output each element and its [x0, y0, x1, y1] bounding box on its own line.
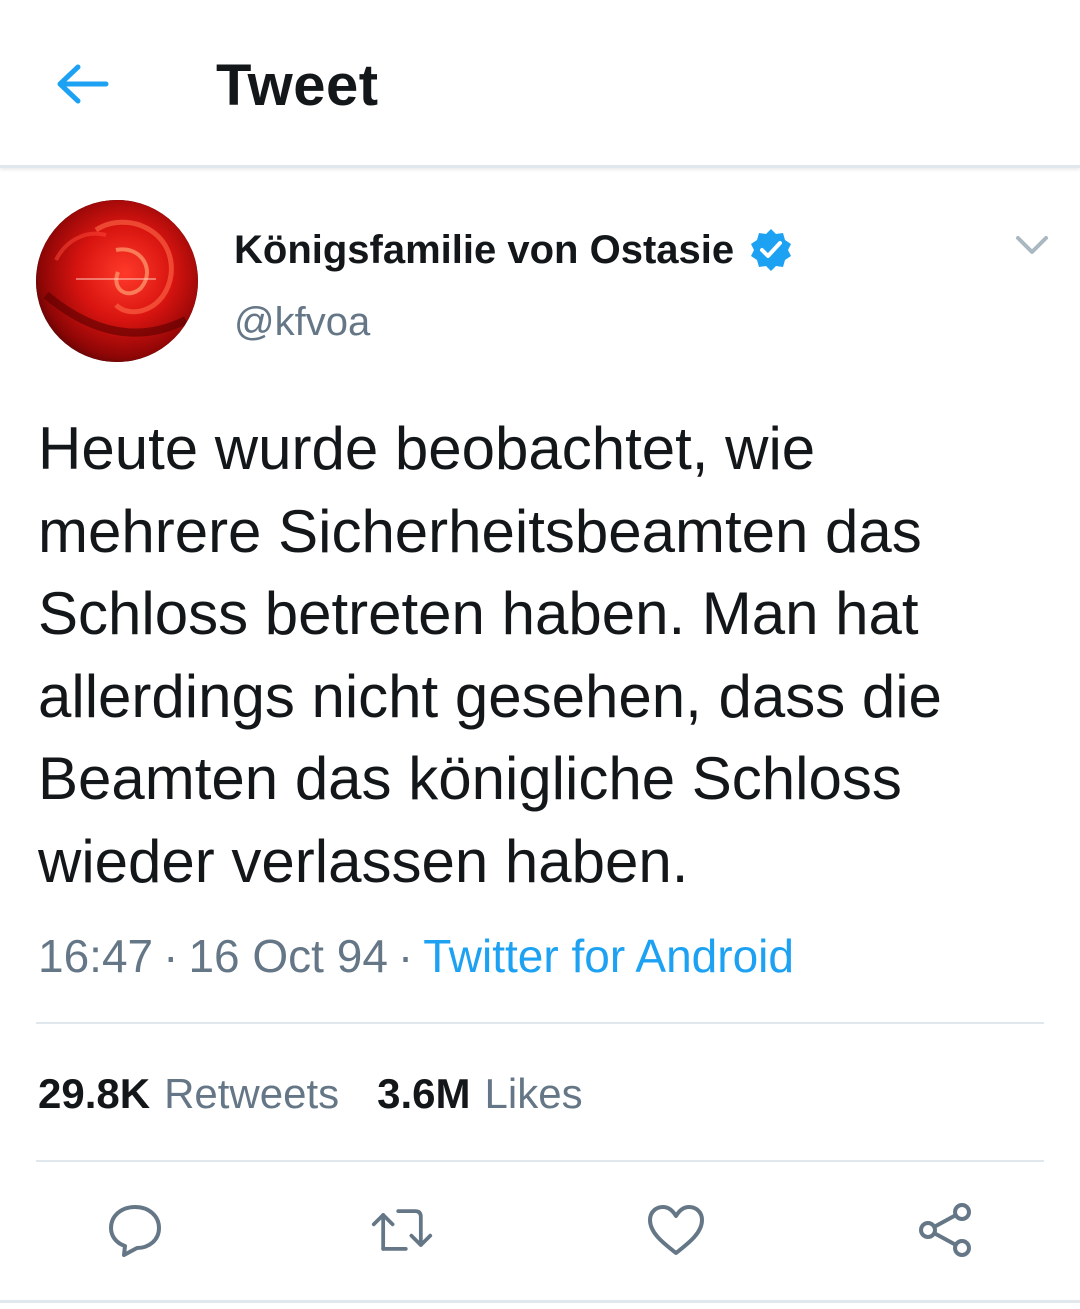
arrow-left-icon: [57, 64, 109, 104]
likes-label: Likes: [484, 1070, 583, 1117]
author-handle[interactable]: @kfvoa: [234, 300, 370, 345]
tweet-source-link[interactable]: Twitter for Android: [423, 929, 794, 983]
retweets-stat[interactable]: 29.8K Retweets: [38, 1070, 339, 1118]
retweets-label: Retweets: [164, 1070, 340, 1117]
author-name-row: Königsfamilie von Ostasie: [234, 222, 794, 278]
display-name[interactable]: Königsfamilie von Ostasie: [234, 228, 734, 273]
tweet-date: 16 Oct 94: [188, 930, 388, 982]
chevron-down-icon: [1016, 236, 1048, 254]
top-bar: Tweet: [0, 0, 1080, 168]
retweet-icon: [371, 1209, 433, 1251]
share-icon: [919, 1203, 971, 1257]
divider: [36, 1022, 1044, 1024]
meta-separator: ·: [397, 930, 414, 982]
likes-count: 3.6M: [377, 1070, 471, 1117]
share-button[interactable]: [914, 1198, 978, 1262]
reply-button[interactable]: [103, 1198, 167, 1262]
verified-badge-icon: [751, 229, 792, 271]
meta-separator: ·: [163, 930, 179, 982]
bottom-divider: [0, 1300, 1080, 1303]
divider: [36, 1160, 1044, 1162]
like-icon: [648, 1205, 704, 1255]
likes-stat[interactable]: 3.6M Likes: [377, 1070, 582, 1118]
tweet-text: Heute wurde beobachtet, wie mehrere Sich…: [38, 415, 942, 895]
page-title: Tweet: [216, 53, 379, 118]
like-button[interactable]: [644, 1198, 708, 1262]
avatar[interactable]: [36, 200, 198, 362]
retweets-count: 29.8K: [38, 1070, 151, 1117]
retweet-button[interactable]: [370, 1198, 434, 1262]
tweet-stats: 29.8K Retweets 3.6M Likes: [38, 1066, 583, 1122]
tweet-time: 16:47: [38, 930, 154, 982]
tweet-metadata: 16:47 · 16 Oct 94 · Twitter for Android: [38, 928, 794, 984]
back-button[interactable]: [52, 56, 112, 112]
more-options-button[interactable]: [1010, 228, 1054, 264]
reply-icon: [109, 1205, 161, 1257]
rose-avatar-image: [36, 200, 198, 362]
